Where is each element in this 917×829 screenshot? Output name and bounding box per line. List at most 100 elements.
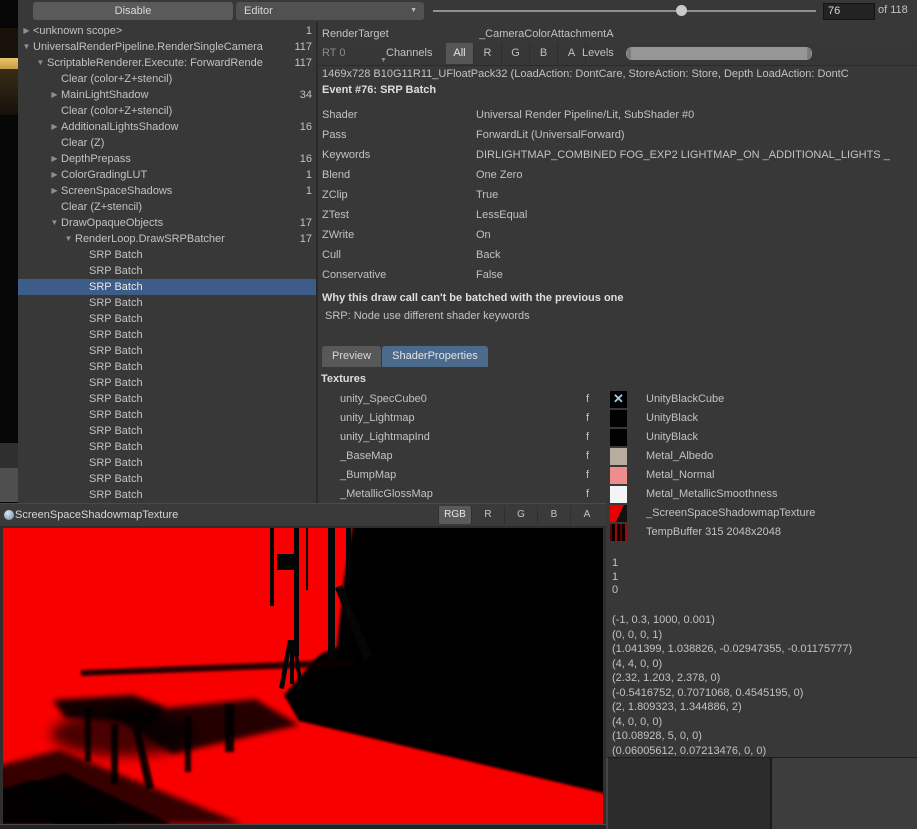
detail-row-conservative: ConservativeFalse	[322, 265, 914, 285]
tree-row-srp-batch[interactable]: SRP Batch	[18, 375, 316, 391]
tree-row-srp-batch[interactable]: SRP Batch	[18, 327, 316, 343]
textures-header: Textures	[321, 373, 366, 385]
tree-row-srp-batch[interactable]: SRP Batch	[18, 263, 316, 279]
texture-row: _BaseMapfMetal_Albedo	[318, 447, 917, 466]
detail-row-label: Conservative	[322, 265, 476, 285]
detail-row-label: Blend	[322, 165, 476, 185]
tree-row-srp-batch[interactable]: SRP Batch	[18, 359, 316, 375]
detail-row-label: Shader	[322, 105, 476, 125]
tree-row-renderloop-drawsrpbatcher[interactable]: ▼RenderLoop.DrawSRPBatcher17	[18, 231, 316, 247]
detail-tabs: PreviewShaderProperties	[322, 346, 489, 368]
albedo-thumbnail-icon[interactable]	[610, 448, 627, 465]
tree-row-mainlightshadow[interactable]: ▶MainLightShadow34	[18, 87, 316, 103]
disable-button[interactable]: Disable	[33, 2, 233, 20]
texture-sphere-icon	[4, 510, 14, 520]
preview-title-bar[interactable]: ScreenSpaceShadowmapTexture RGBRGBA	[0, 504, 606, 527]
frame-slider-knob[interactable]	[676, 5, 687, 16]
preview-channel-button-a[interactable]: A	[570, 506, 603, 524]
tree-row-label: RenderLoop.DrawSRPBatcher	[75, 233, 225, 245]
expand-arrow-icon[interactable]: ▶	[48, 183, 61, 199]
texture-property-name: unity_Lightmap	[340, 409, 415, 428]
preview-channel-button-r[interactable]: R	[471, 506, 504, 524]
tree-row-srp-batch[interactable]: SRP Batch	[18, 487, 316, 503]
tree-row-srp-batch[interactable]: SRP Batch	[18, 295, 316, 311]
tree-row-srp-batch[interactable]: SRP Batch	[18, 279, 316, 295]
channel-button-all[interactable]: All	[446, 43, 474, 64]
tree-row-universalrenderpipeline-rendersinglecamera[interactable]: ▼UniversalRenderPipeline.RenderSingleCam…	[18, 39, 316, 55]
channel-button-g[interactable]: G	[502, 43, 530, 64]
vector-value: (4, 4, 0, 0)	[612, 657, 852, 672]
target-selector-dropdown[interactable]: Editor ▼	[236, 2, 424, 20]
tree-row-additionallightsshadow[interactable]: ▶AdditionalLightsShadow16	[18, 119, 316, 135]
texture-row: unity_LightmapfUnityBlack	[318, 409, 917, 428]
expand-arrow-icon[interactable]: ▶	[48, 119, 61, 135]
channel-button-b[interactable]: B	[530, 43, 558, 64]
detail-row-cull: CullBack	[322, 245, 914, 265]
expand-arrow-icon[interactable]: ▶	[48, 87, 61, 103]
tree-row-srp-batch[interactable]: SRP Batch	[18, 247, 316, 263]
rt-dropdown[interactable]: RT 0 ▼	[322, 43, 345, 64]
tree-row-colorgradinglut[interactable]: ▶ColorGradingLUT1	[18, 167, 316, 183]
tree-row-srp-batch[interactable]: SRP Batch	[18, 407, 316, 423]
tree-row-label: ScreenSpaceShadows	[61, 185, 172, 197]
levels-range-slider[interactable]	[626, 47, 812, 60]
channels-label: Channels	[386, 43, 432, 64]
tree-row-srp-batch[interactable]: SRP Batch	[18, 343, 316, 359]
tree-row-depthprepass[interactable]: ▶DepthPrepass16	[18, 151, 316, 167]
tree-row-clear-color-z-stencil-[interactable]: Clear (color+Z+stencil)	[18, 71, 316, 87]
tree-row-scriptablerenderer-execute-forwardrende[interactable]: ▼ScriptableRenderer.Execute: ForwardRend…	[18, 55, 316, 71]
texture-filter-flag: f	[586, 428, 589, 447]
channel-button-r[interactable]: R	[474, 43, 502, 64]
expand-arrow-icon[interactable]: ▶	[48, 167, 61, 183]
frame-slider-track[interactable]	[433, 10, 816, 12]
render-target-label: RenderTarget	[322, 25, 476, 43]
frame-number-input[interactable]: 76	[823, 3, 875, 20]
tree-row-srp-batch[interactable]: SRP Batch	[18, 423, 316, 439]
shadowmap-thumbnail-icon[interactable]	[610, 505, 627, 522]
collapse-arrow-icon[interactable]: ▼	[62, 231, 75, 247]
target-selector-label: Editor	[244, 5, 273, 17]
black-thumbnail-icon[interactable]	[610, 410, 627, 427]
tree-row-label: SRP Batch	[89, 441, 143, 453]
tree-row-label: SRP Batch	[89, 313, 143, 325]
detail-row-pass: PassForwardLit (UniversalForward)	[322, 125, 914, 145]
background-object	[0, 28, 18, 58]
preview-channel-button-rgb[interactable]: RGB	[438, 506, 471, 524]
collapse-arrow-icon[interactable]: ▼	[20, 39, 33, 55]
tree-row-screenspaceshadows[interactable]: ▶ScreenSpaceShadows1	[18, 183, 316, 199]
tree-row-srp-batch[interactable]: SRP Batch	[18, 471, 316, 487]
tree-row--unknown-scope-[interactable]: ▶<unknown scope>1	[18, 23, 316, 39]
tree-row-label: Clear (color+Z+stencil)	[61, 105, 172, 117]
tree-row-drawopaqueobjects[interactable]: ▼DrawOpaqueObjects17	[18, 215, 316, 231]
texture-asset-name: TempBuffer 315 2048x2048	[646, 523, 781, 542]
tempbuffer-thumbnail-icon[interactable]	[610, 524, 627, 541]
frame-total-label: of 118	[878, 4, 908, 16]
tree-row-label: SRP Batch	[89, 377, 143, 389]
tree-row-srp-batch[interactable]: SRP Batch	[18, 311, 316, 327]
cube-thumbnail-icon[interactable]: ✕	[610, 391, 627, 408]
preview-channel-button-b[interactable]: B	[537, 506, 570, 524]
preview-channel-button-g[interactable]: G	[504, 506, 537, 524]
tab-shaderproperties[interactable]: ShaderProperties	[382, 346, 488, 367]
shadowmap-preview-image	[3, 528, 603, 824]
tree-row-srp-batch[interactable]: SRP Batch	[18, 439, 316, 455]
detail-row-keywords: KeywordsDIRLIGHTMAP_COMBINED FOG_EXP2 LI…	[322, 145, 914, 165]
black-thumbnail-icon[interactable]	[610, 429, 627, 446]
tree-row-label: ColorGradingLUT	[61, 169, 147, 181]
collapse-arrow-icon[interactable]: ▼	[48, 215, 61, 231]
tree-row-clear-color-z-stencil-[interactable]: Clear (color+Z+stencil)	[18, 103, 316, 119]
tree-row-srp-batch[interactable]: SRP Batch	[18, 391, 316, 407]
chevron-down-icon: ▼	[410, 2, 417, 20]
tree-row-count: 1	[306, 23, 312, 39]
detail-row-label: ZWrite	[322, 225, 476, 245]
collapse-arrow-icon[interactable]: ▼	[34, 55, 47, 71]
expand-arrow-icon[interactable]: ▶	[48, 151, 61, 167]
tree-row-clear-z-[interactable]: Clear (Z)	[18, 135, 316, 151]
tab-preview[interactable]: Preview	[322, 346, 381, 367]
detail-row-value: Universal Render Pipeline/Lit, SubShader…	[476, 109, 694, 121]
white-thumbnail-icon[interactable]	[610, 486, 627, 503]
normal-thumbnail-icon[interactable]	[610, 467, 627, 484]
expand-arrow-icon[interactable]: ▶	[20, 23, 33, 39]
tree-row-clear-z-stencil-[interactable]: Clear (Z+stencil)	[18, 199, 316, 215]
tree-row-srp-batch[interactable]: SRP Batch	[18, 455, 316, 471]
